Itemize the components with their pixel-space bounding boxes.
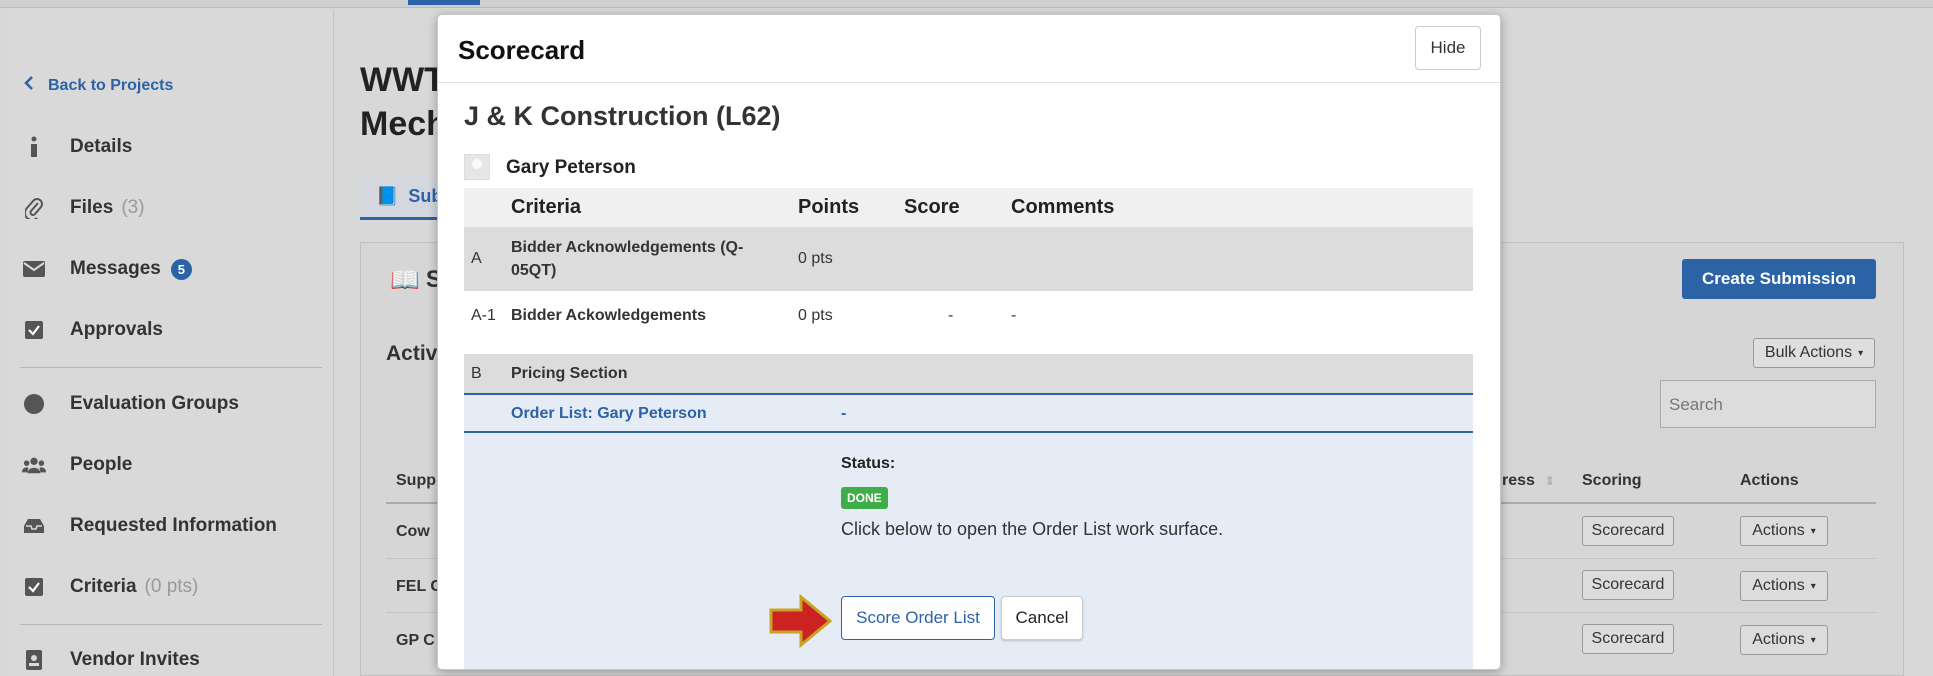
caret-down-icon: ▾ [1810, 580, 1816, 592]
sidebar-item-criteria[interactable]: Criteria (0 pts) [22, 572, 198, 602]
scorecard-modal: Scorecard Hide J & K Construction (L62) … [437, 14, 1501, 670]
scorecard-button[interactable]: Scorecard [1582, 570, 1674, 600]
modal-header: Scorecard Hide [438, 15, 1500, 83]
checkbox-icon [22, 575, 46, 599]
search-input[interactable]: Search [1660, 380, 1876, 428]
criteria-name: Pricing Section [511, 365, 628, 382]
criteria-table-header: Criteria Points Score Comments [464, 188, 1473, 227]
criteria-row: A-1 Bidder Ackowledgements 0 pts - - [464, 291, 1473, 339]
sidebar-item-evaluation-groups[interactable]: Evaluation Groups [22, 389, 239, 419]
column-header-criteria: Criteria [511, 196, 582, 218]
order-list-detail: Status: DONE Click below to open the Ord… [464, 433, 1473, 669]
sidebar-item-requested-information[interactable]: Requested Information [22, 511, 277, 541]
sidebar-item-approvals[interactable]: Approvals [22, 315, 163, 345]
checkbox-icon [22, 318, 46, 342]
criteria-code: A-1 [471, 307, 496, 324]
scorecard-button[interactable]: Scorecard [1582, 624, 1674, 654]
sidebar-item-label: Approvals [70, 319, 163, 340]
actions-dropdown[interactable]: Actions ▾ [1740, 625, 1828, 655]
messages-count-badge: 5 [170, 258, 192, 280]
scorecard-button[interactable]: Scorecard [1582, 516, 1674, 546]
caret-down-icon: ▾ [1810, 634, 1816, 646]
avatar [464, 154, 490, 180]
criteria-comment: - [1011, 307, 1017, 324]
contact-card-icon [22, 648, 46, 672]
sidebar-item-label: Vendor Invites [70, 649, 200, 670]
column-header-score: Score [904, 196, 960, 218]
book-icon: 📖 [390, 267, 420, 294]
sort-icon: ⇕ [1544, 474, 1555, 488]
order-list-score: - [841, 405, 847, 422]
info-icon [22, 135, 46, 159]
sidebar-item-label: People [70, 454, 133, 475]
sidebar-divider [20, 367, 322, 368]
book-icon: 📘 [376, 186, 399, 206]
table-row-supplier: FEL C [396, 578, 442, 595]
sidebar-item-people[interactable]: People [22, 450, 132, 480]
modal-title: Scorecard [458, 35, 586, 65]
order-list-row[interactable]: Order List: Gary Peterson - [464, 393, 1473, 433]
status-badge: DONE [841, 487, 888, 509]
section-title: Activ [386, 342, 438, 365]
criteria-points: 0 pts [798, 250, 833, 267]
files-count: (3) [121, 197, 145, 218]
caret-down-icon: ▾ [1810, 525, 1816, 537]
sidebar-item-details[interactable]: Details [22, 132, 132, 162]
cancel-button[interactable]: Cancel [1001, 596, 1083, 640]
sidebar-item-label: Details [70, 136, 133, 157]
sidebar-item-vendor-invites[interactable]: Vendor Invites [22, 645, 200, 675]
arrow-right-icon [769, 593, 833, 653]
column-header-comments: Comments [1011, 196, 1115, 218]
actions-dropdown[interactable]: Actions ▾ [1740, 571, 1828, 601]
envelope-icon [22, 257, 46, 281]
sidebar-divider [20, 624, 322, 625]
tab-submissions[interactable]: 📘 Sub [360, 176, 442, 220]
column-header-points: Points [798, 196, 860, 218]
table-row-supplier: Cow [396, 523, 430, 540]
sidebar-item-label: Evaluation Groups [70, 393, 239, 414]
paperclip-icon [22, 196, 46, 220]
column-header-actions: Actions [1740, 472, 1799, 489]
order-list-link[interactable]: Order List: Gary Peterson [511, 405, 707, 423]
criteria-score: - [948, 307, 954, 324]
create-submission-button[interactable]: Create Submission [1682, 259, 1876, 299]
criteria-code: B [471, 365, 482, 382]
criteria-points: (0 pts) [144, 576, 199, 597]
criteria-row-section: B Pricing Section [464, 354, 1473, 393]
panel-title: 📖 S [390, 266, 442, 294]
bulk-actions-button[interactable]: Bulk Actions ▾ [1753, 338, 1875, 368]
order-list-instruction: Click below to open the Order List work … [841, 519, 1224, 539]
criteria-row-section: A Bidder Acknowledgements (Q- 05QT) 0 pt… [464, 227, 1473, 291]
top-tab-indicator [408, 0, 480, 5]
sidebar-item-label: Files [70, 197, 114, 218]
criteria-points: 0 pts [798, 307, 833, 324]
column-header-supplier[interactable]: Supp [396, 472, 436, 490]
vendor-title: J & K Construction (L62) [464, 101, 781, 131]
criteria-name: Bidder Acknowledgements (Q- 05QT) [511, 239, 744, 279]
sidebar-item-messages[interactable]: Messages 5 [22, 254, 192, 284]
caret-down-icon: ▾ [1858, 347, 1864, 359]
column-header-scoring: Scoring [1582, 472, 1642, 489]
criteria-name: Bidder Ackowledgements [511, 307, 707, 324]
table-row-supplier: GP C [396, 632, 435, 649]
score-order-list-button[interactable]: Score Order List [841, 596, 995, 640]
back-to-projects-link[interactable]: Back to Projects [24, 76, 173, 95]
hide-button[interactable]: Hide [1415, 26, 1481, 70]
top-bar [0, 0, 1933, 8]
chevron-left-icon [24, 76, 34, 95]
sidebar-item-label: Messages [70, 258, 161, 279]
evaluator-name: Gary Peterson [506, 157, 636, 178]
users-icon [22, 453, 46, 477]
sidebar-item-label: Requested Information [70, 515, 277, 536]
circle-icon [22, 392, 46, 416]
column-header-progress[interactable]: ress ⇕ [1502, 472, 1555, 490]
sidebar-item-files[interactable]: Files (3) [22, 193, 145, 223]
sidebar-item-label: Criteria [70, 576, 137, 597]
inbox-icon [22, 514, 46, 538]
status-label: Status: [841, 455, 896, 472]
actions-dropdown[interactable]: Actions ▾ [1740, 516, 1828, 546]
criteria-code: A [471, 250, 482, 267]
page-title: WWT Mech [360, 61, 447, 143]
